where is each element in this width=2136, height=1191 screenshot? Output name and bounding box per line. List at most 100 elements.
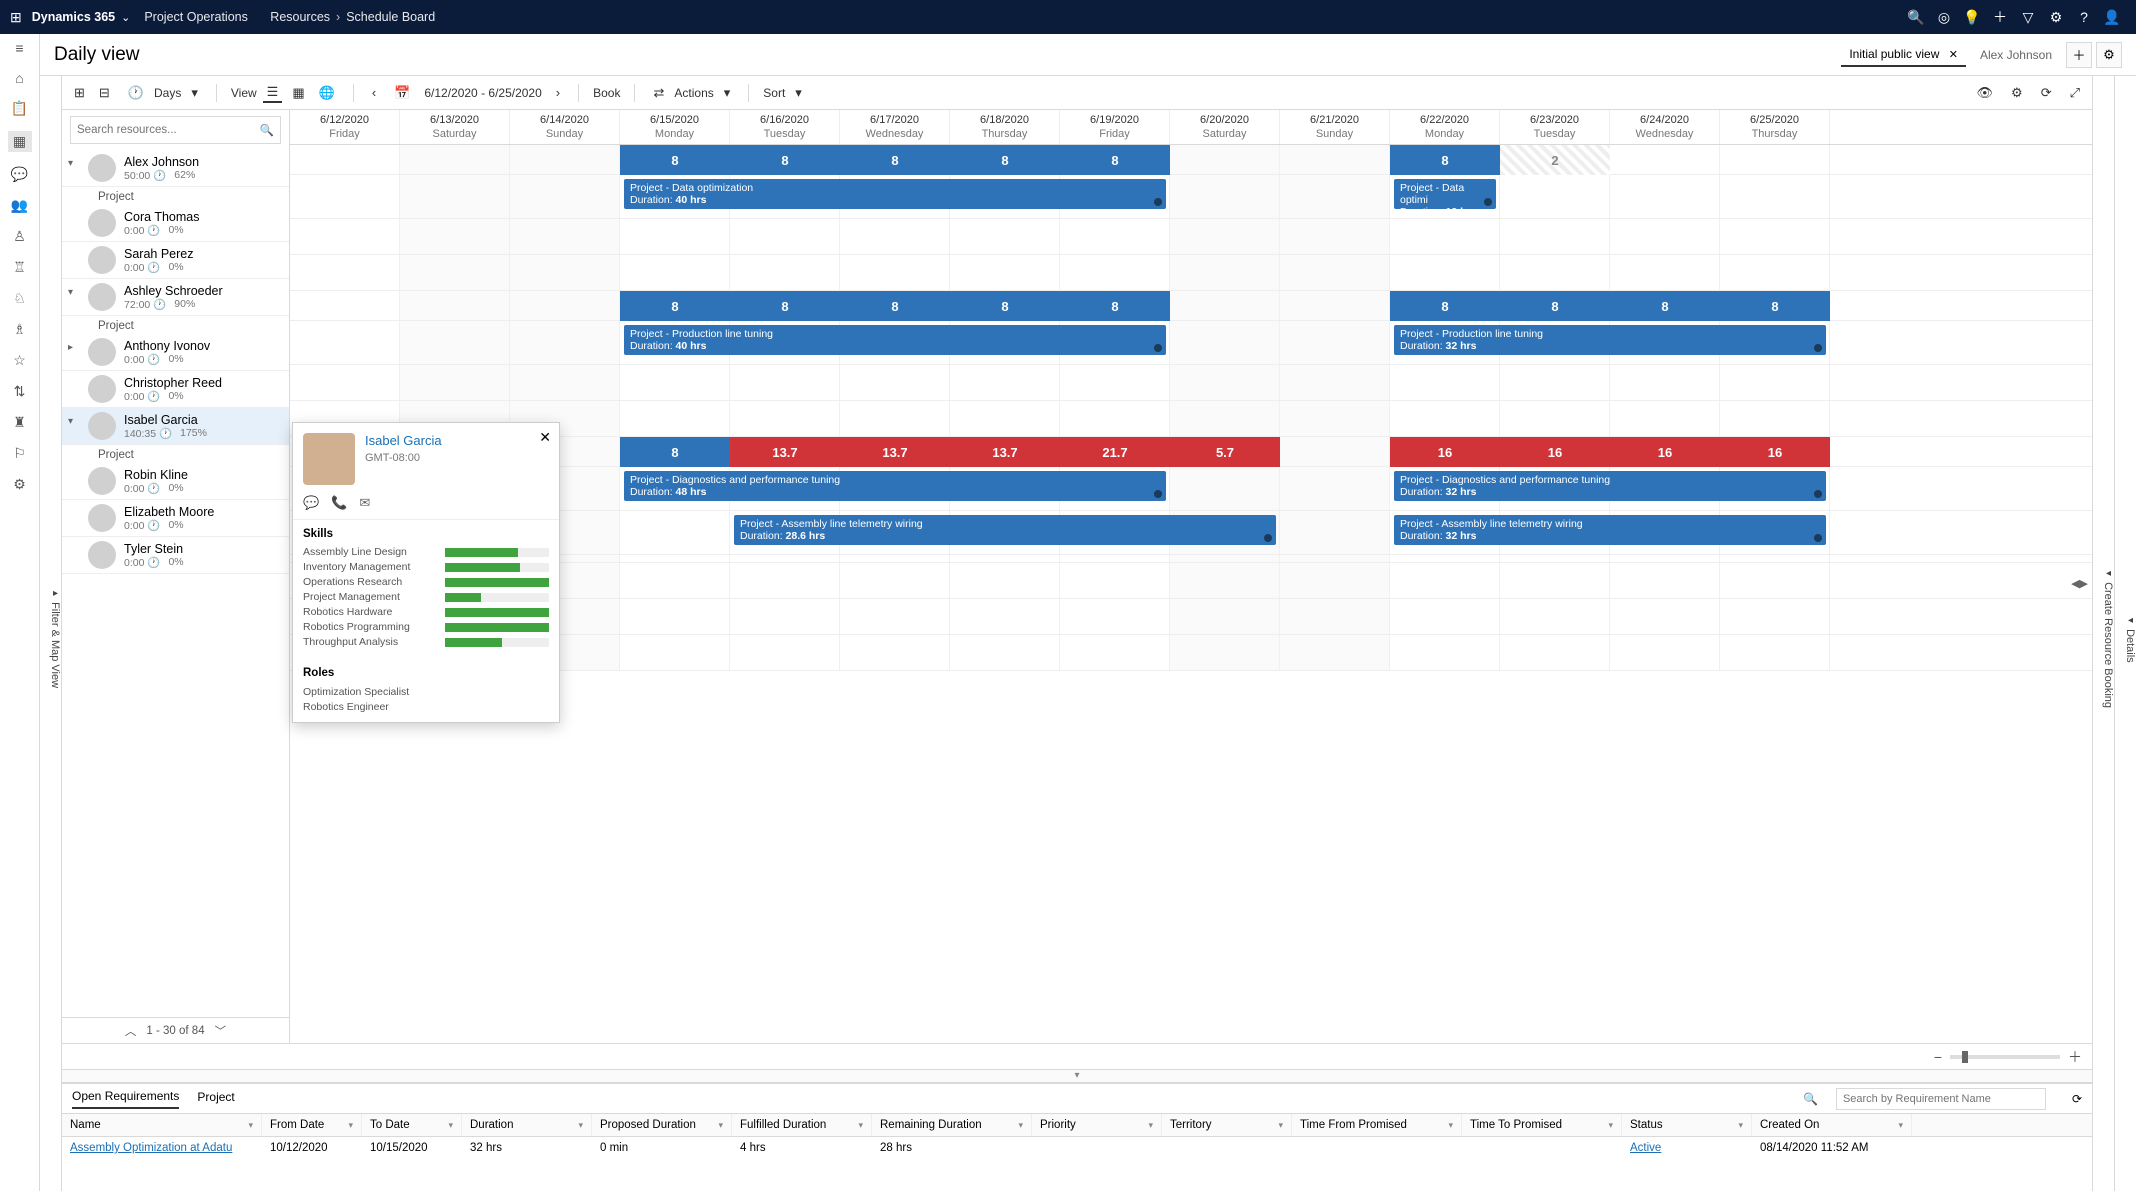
module-name[interactable]: Project Operations: [144, 10, 248, 24]
capacity-cell[interactable]: 13.7: [730, 437, 840, 467]
day-header[interactable]: 6/19/2020Friday: [1060, 110, 1170, 144]
cell[interactable]: 28 hrs: [872, 1137, 1032, 1159]
capacity-cell[interactable]: 8: [950, 291, 1060, 321]
capacity-cell[interactable]: 8: [620, 437, 730, 467]
capacity-cell[interactable]: [290, 145, 400, 175]
lightbulb-icon[interactable]: 💡: [1958, 9, 1986, 26]
phone-icon[interactable]: 📞: [331, 495, 347, 511]
requirement-search-input[interactable]: [1836, 1088, 2046, 1110]
refresh-requirements-icon[interactable]: ⟳: [2072, 1092, 2082, 1106]
resource-row[interactable]: Elizabeth Moore 0:00 🕐 0%: [62, 500, 289, 537]
cell[interactable]: Assembly Optimization at Adatu: [62, 1137, 262, 1159]
refresh-icon[interactable]: ⟳: [2037, 83, 2056, 103]
zoom-in-icon[interactable]: ＋: [2068, 1047, 2082, 1067]
capacity-cell[interactable]: 8: [1060, 145, 1170, 175]
eye-icon[interactable]: 👁: [1973, 83, 1998, 103]
expand-toggle-icon[interactable]: ▸: [68, 342, 73, 353]
close-tab-icon[interactable]: ✕: [1949, 49, 1958, 61]
capacity-cell[interactable]: 16: [1720, 437, 1830, 467]
day-header[interactable]: 6/24/2020Wednesday: [1610, 110, 1720, 144]
next-range-icon[interactable]: ›: [552, 83, 564, 102]
sort-icon[interactable]: ⇅: [8, 383, 32, 400]
pager-up-icon[interactable]: ︿: [125, 1023, 137, 1039]
capacity-cell[interactable]: [1280, 145, 1390, 175]
filter-map-rail[interactable]: ▸ Filter & Map View: [40, 76, 62, 1191]
day-header[interactable]: 6/13/2020Saturday: [400, 110, 510, 144]
cell[interactable]: [1032, 1137, 1162, 1159]
actions-dropdown[interactable]: Actions: [674, 86, 713, 100]
capacity-cell[interactable]: 8: [1390, 291, 1500, 321]
assistant-icon[interactable]: ◎: [1930, 9, 1958, 26]
column-header[interactable]: Priority▾: [1032, 1114, 1162, 1136]
day-header[interactable]: 6/21/2020Sunday: [1280, 110, 1390, 144]
capacity-cell[interactable]: 8: [730, 291, 840, 321]
fullscreen-icon[interactable]: ⤢: [2066, 83, 2084, 103]
search-icon[interactable]: 🔍: [260, 123, 274, 137]
capacity-cell[interactable]: [1170, 145, 1280, 175]
column-header[interactable]: Name▾: [62, 1114, 262, 1136]
cell[interactable]: 0 min: [592, 1137, 732, 1159]
team-icon[interactable]: ♗: [8, 321, 32, 338]
day-header[interactable]: 6/25/2020Thursday: [1720, 110, 1830, 144]
day-header[interactable]: 6/15/2020Monday: [620, 110, 730, 144]
capacity-cell[interactable]: 8: [620, 145, 730, 175]
resource-row[interactable]: ▾ Isabel Garcia 140:35 🕐 175%: [62, 408, 289, 445]
column-header[interactable]: Proposed Duration▾: [592, 1114, 732, 1136]
capacity-cell[interactable]: 13.7: [840, 437, 950, 467]
capacity-cell[interactable]: [290, 291, 400, 321]
org-icon[interactable]: ♙: [8, 228, 32, 245]
scroll-right-icon[interactable]: ◀▶: [2071, 577, 2088, 590]
hamburger-icon[interactable]: ≡: [8, 40, 32, 56]
view-name-text[interactable]: Alex Johnson: [1980, 48, 2052, 62]
chat-icon[interactable]: 💬: [303, 495, 319, 511]
cell[interactable]: Active: [1622, 1137, 1752, 1159]
cell[interactable]: [1292, 1137, 1462, 1159]
expand-toggle-icon[interactable]: ▾: [68, 287, 73, 298]
capacity-cell[interactable]: 8: [1720, 291, 1830, 321]
capacity-cell[interactable]: 2: [1500, 145, 1610, 175]
capacity-cell[interactable]: 8: [620, 291, 730, 321]
book-button[interactable]: Book: [593, 86, 620, 100]
column-header[interactable]: Created On▾: [1752, 1114, 1912, 1136]
list-view-icon[interactable]: ☰: [263, 82, 283, 103]
filter-icon[interactable]: ▽: [2014, 9, 2042, 26]
resource-row[interactable]: Sarah Perez 0:00 🕐 0%: [62, 242, 289, 279]
search-input[interactable]: [77, 124, 260, 136]
capacity-cell[interactable]: [1720, 145, 1830, 175]
chat-icon[interactable]: 💬: [8, 166, 32, 183]
booking-block[interactable]: Project - Production line tuningDuration…: [1394, 325, 1826, 355]
day-header[interactable]: 6/22/2020Monday: [1390, 110, 1500, 144]
view-settings-button[interactable]: ⚙: [2096, 42, 2122, 68]
cell[interactable]: 4 hrs: [732, 1137, 872, 1159]
resource-row[interactable]: ▾ Ashley Schroeder 72:00 🕐 90%: [62, 279, 289, 316]
resource-row[interactable]: ▸ Anthony Ivonov 0:00 🕐 0%: [62, 334, 289, 371]
plus-icon[interactable]: ＋: [1986, 7, 2014, 27]
column-header[interactable]: Time From Promised▾: [1292, 1114, 1462, 1136]
day-header[interactable]: 6/18/2020Thursday: [950, 110, 1060, 144]
capacity-cell[interactable]: [400, 291, 510, 321]
capacity-cell[interactable]: 8: [840, 145, 950, 175]
calendar-icon[interactable]: ▦: [8, 131, 32, 152]
chevron-down-icon[interactable]: ▾: [791, 83, 806, 103]
home-icon[interactable]: ⌂: [8, 70, 32, 86]
zoom-slider[interactable]: [1950, 1055, 2060, 1059]
capacity-cell[interactable]: 8: [840, 291, 950, 321]
email-icon[interactable]: ✉: [359, 495, 370, 511]
cell[interactable]: 10/12/2020: [262, 1137, 362, 1159]
booking-block[interactable]: Project - Data optimiDuration: 10 hrs: [1394, 179, 1496, 209]
capacity-cell[interactable]: 8: [1500, 291, 1610, 321]
day-header[interactable]: 6/14/2020Sunday: [510, 110, 620, 144]
app-name[interactable]: Dynamics 365: [32, 10, 115, 24]
expand-rows-icon[interactable]: ⊞: [70, 83, 89, 103]
board-settings-icon[interactable]: ⚙: [2007, 83, 2027, 103]
tab-open-requirements[interactable]: Open Requirements: [72, 1089, 179, 1109]
details-rail[interactable]: ◂ Details: [2114, 76, 2136, 1191]
cell[interactable]: [1162, 1137, 1292, 1159]
capacity-cell[interactable]: 8: [1390, 145, 1500, 175]
column-header[interactable]: Duration▾: [462, 1114, 592, 1136]
chevron-down-icon[interactable]: ⌄: [121, 11, 130, 24]
people-icon[interactable]: 👥: [8, 197, 32, 214]
column-header[interactable]: From Date▾: [262, 1114, 362, 1136]
flag-icon[interactable]: ⚐: [8, 445, 32, 462]
app-launcher-icon[interactable]: ⊞: [10, 9, 22, 26]
